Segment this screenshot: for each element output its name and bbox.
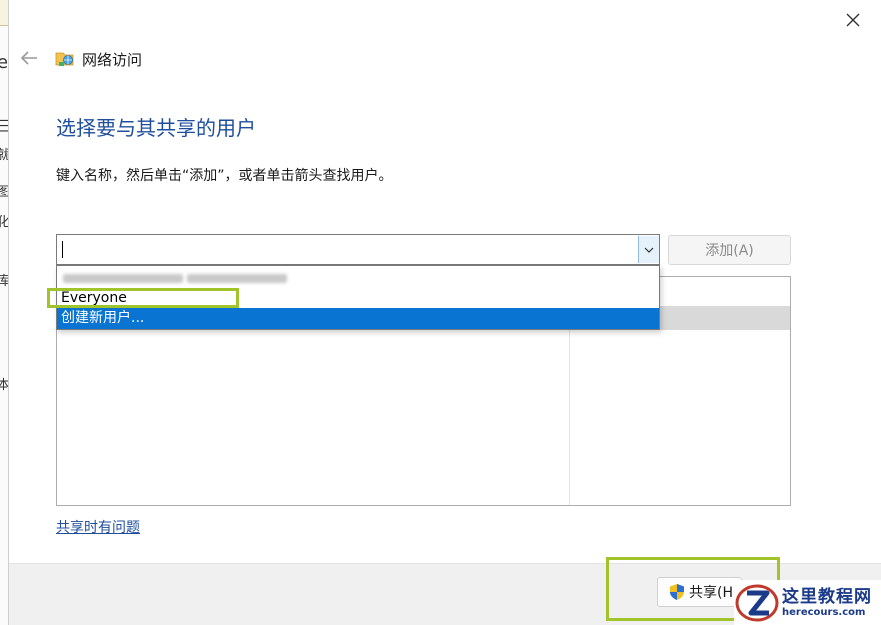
close-button[interactable] <box>841 8 865 32</box>
add-button[interactable]: 添加(A) <box>668 235 791 265</box>
redacted-text <box>63 274 183 283</box>
redacted-text <box>187 274 287 283</box>
user-name-input[interactable] <box>57 235 637 264</box>
chevron-down-icon <box>644 247 654 253</box>
close-icon <box>846 13 860 27</box>
page-heading: 选择要与其共享的用户 <box>56 116 256 140</box>
back-button[interactable] <box>17 46 41 70</box>
network-access-dialog: 网络访问 选择要与其共享的用户 键入名称，然后单击“添加”，或者单击箭头查找用户… <box>8 0 881 625</box>
share-button-label: 共享(H) <box>689 585 739 601</box>
network-folder-icon <box>55 52 74 66</box>
dropdown-item-create-user[interactable]: 创建新用户... <box>57 308 659 329</box>
watermark: 这里教程网 herecours.com <box>734 580 881 625</box>
window-title: 网络访问 <box>82 51 143 69</box>
dropdown-item-everyone[interactable]: Everyone <box>57 288 659 309</box>
user-name-combobox[interactable] <box>56 234 660 265</box>
text-caret <box>62 241 63 258</box>
back-arrow-icon <box>20 51 37 65</box>
dropdown-toggle-button[interactable] <box>638 236 659 263</box>
background-text: e <box>0 52 8 73</box>
share-button[interactable]: 共享(H) <box>657 577 742 607</box>
instruction-text: 键入名称，然后单击“添加”，或者单击箭头查找用户。 <box>56 168 393 184</box>
watermark-logo-icon <box>735 584 779 622</box>
uac-shield-icon <box>670 584 684 600</box>
redacted-user-item[interactable] <box>57 267 659 288</box>
sharing-help-link[interactable]: 共享时有问题 <box>56 517 140 537</box>
watermark-url: herecours.com <box>782 606 866 618</box>
user-dropdown-list: Everyone 创建新用户... <box>56 265 660 330</box>
watermark-title: 这里教程网 <box>782 586 872 607</box>
